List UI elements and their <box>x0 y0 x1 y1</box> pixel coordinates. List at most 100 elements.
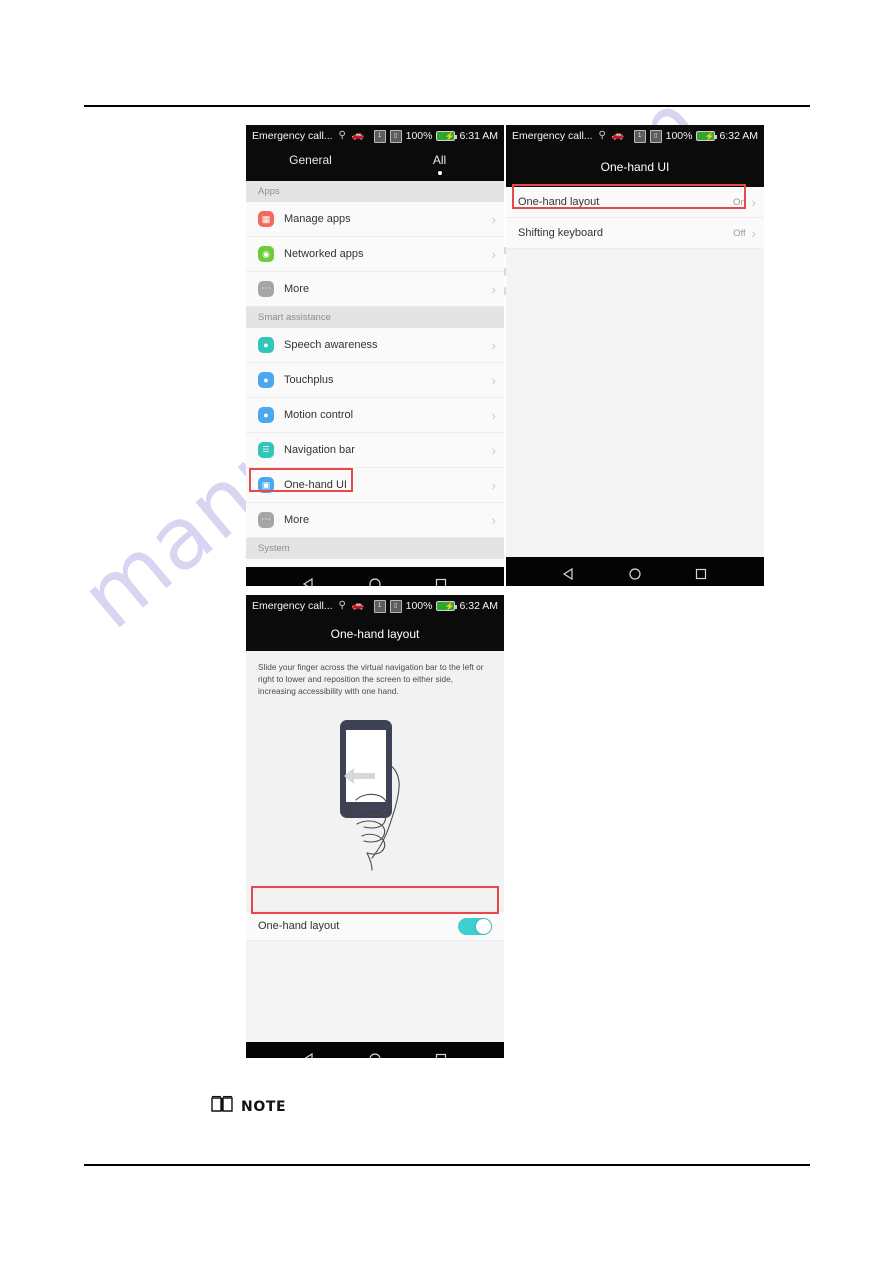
carrier-label: Emergency call... <box>252 130 333 142</box>
home-icon[interactable] <box>368 577 382 586</box>
carrier-label: Emergency call... <box>512 130 593 142</box>
document-icon: ▯ <box>649 129 662 143</box>
clock-label: 6:32 AM <box>719 130 758 142</box>
toggle-label: One-hand layout <box>258 920 340 933</box>
list-item-value: Off <box>733 227 746 239</box>
carrier-label: Emergency call... <box>252 600 333 612</box>
list-item-networked-apps[interactable]: ◉ Networked apps › <box>246 237 504 272</box>
battery-charging-icon: ⚡ <box>436 131 458 141</box>
battery-percent-label: 100% <box>405 130 433 142</box>
more-icon: ⋯ <box>258 281 274 297</box>
clock-label: 6:31 AM <box>459 130 498 142</box>
touchplus-icon: ● <box>258 372 274 388</box>
chevron-right-icon: › <box>491 512 496 528</box>
chevron-right-icon: › <box>491 246 496 262</box>
location-icon: ⚲ <box>338 130 346 141</box>
tab-all[interactable]: All <box>375 147 504 181</box>
app-bar: One-hand layout <box>246 617 504 651</box>
battery-percent-label: 100% <box>405 600 433 612</box>
one-hand-layout-toggle-row[interactable]: One-hand layout <box>246 911 504 942</box>
list-item-navigation-bar[interactable]: ☰ Navigation bar › <box>246 433 504 468</box>
empty-content-area <box>246 941 504 1043</box>
page-rule-bottom <box>84 1164 810 1166</box>
document-icon: ▯ <box>389 599 402 613</box>
list-item-more-apps[interactable]: ⋯ More › <box>246 272 504 307</box>
recents-icon[interactable] <box>434 1052 448 1058</box>
more-icon: ⋯ <box>258 512 274 528</box>
list-item-label: One-hand UI <box>284 479 347 491</box>
recents-icon[interactable] <box>694 567 708 581</box>
list-item-label: Navigation bar <box>284 444 355 456</box>
sim-card-icon: 1 <box>373 599 386 613</box>
tab-all-label: All <box>432 153 447 167</box>
clock-label: 6:32 AM <box>459 600 498 612</box>
back-icon[interactable] <box>562 567 576 581</box>
list-item-manage-apps[interactable]: ▦ Manage apps › <box>246 202 504 237</box>
car-icon: 🚗 <box>351 130 365 141</box>
navigation-bar-icon: ☰ <box>258 442 274 458</box>
manage-apps-icon: ▦ <box>258 211 274 227</box>
chevron-right-icon: › <box>491 281 496 297</box>
location-icon: ⚲ <box>338 600 346 611</box>
page-title: One-hand layout <box>330 627 420 641</box>
tab-general-label: General <box>289 153 332 167</box>
home-icon[interactable] <box>628 567 642 581</box>
speech-awareness-icon: ● <box>258 337 274 353</box>
note-label: NOTE <box>241 1098 287 1115</box>
book-icon <box>211 1095 233 1118</box>
chevron-right-icon: › <box>751 194 756 210</box>
status-bar: Emergency call... ⚲ 🚗 1 ▯ 100% ⚡ 6:32 AM <box>246 595 504 617</box>
hand-holding-phone-swipe-illustration <box>340 720 400 871</box>
list-item-more-smart[interactable]: ⋯ More › <box>246 503 504 538</box>
navigation-bar <box>246 567 504 586</box>
description-text: Slide your finger across the virtual nav… <box>246 651 504 706</box>
page-title: One-hand UI <box>600 160 670 174</box>
list-item-label: Speech awareness <box>284 339 378 351</box>
car-icon: 🚗 <box>611 130 625 141</box>
list-item-speech-awareness[interactable]: ● Speech awareness › <box>246 328 504 363</box>
list-item-one-hand-ui[interactable]: ▣ One-hand UI › <box>246 468 504 503</box>
chevron-right-icon: › <box>491 372 496 388</box>
list-item-label: One-hand layout <box>518 196 600 208</box>
sim-card-icon: 1 <box>633 129 646 143</box>
list-item-touchplus[interactable]: ● Touchplus › <box>246 363 504 398</box>
tab-all-indicator <box>437 171 442 175</box>
empty-content-area <box>506 249 764 557</box>
section-header-apps: Apps <box>246 181 504 202</box>
list-item-label: Networked apps <box>284 248 364 260</box>
networked-apps-icon: ◉ <box>258 246 274 262</box>
battery-charging-icon: ⚡ <box>696 131 718 141</box>
list-item-label: Motion control <box>284 409 354 421</box>
list-item-label: Manage apps <box>284 213 351 225</box>
back-icon[interactable] <box>302 577 316 586</box>
list-item-label: More <box>284 283 310 295</box>
back-icon[interactable] <box>302 1052 316 1058</box>
chevron-right-icon: › <box>491 337 496 353</box>
page-rule-top <box>84 105 810 107</box>
status-bar-right: 1 ▯ 100% ⚡ 6:32 AM <box>373 599 498 613</box>
phone-screenshot-settings-all: Emergency call... ⚲ 🚗 1 ▯ 100% ⚡ 6:31 AM… <box>246 125 504 586</box>
status-bar: Emergency call... ⚲ 🚗 1 ▯ 100% ⚡ 6:31 AM <box>246 125 504 147</box>
car-icon: 🚗 <box>351 600 365 611</box>
status-bar: Emergency call... ⚲ 🚗 1 ▯ 100% ⚡ 6:32 AM <box>506 125 764 147</box>
list-item-motion-control[interactable]: ● Motion control › <box>246 398 504 433</box>
app-bar: One-hand UI <box>506 147 764 187</box>
recents-icon[interactable] <box>434 577 448 586</box>
chevron-right-icon: › <box>491 442 496 458</box>
one-hand-layout-switch[interactable] <box>458 917 492 935</box>
chevron-right-icon: › <box>491 477 496 493</box>
list-item-one-hand-layout[interactable]: One-hand layout On › <box>506 187 764 218</box>
tab-general[interactable]: General <box>246 147 375 181</box>
navigation-bar <box>246 1042 504 1058</box>
switch-knob <box>476 918 491 934</box>
motion-control-icon: ● <box>258 407 274 423</box>
status-bar-right: 1 ▯ 100% ⚡ 6:31 AM <box>373 129 498 143</box>
one-hand-ui-icon: ▣ <box>258 477 274 493</box>
battery-charging-icon: ⚡ <box>436 601 458 611</box>
chevron-right-icon: › <box>751 225 756 241</box>
home-icon[interactable] <box>368 1052 382 1058</box>
list-item-shifting-keyboard[interactable]: Shifting keyboard Off › <box>506 218 764 249</box>
status-bar-right: 1 ▯ 100% ⚡ 6:32 AM <box>633 129 758 143</box>
sim-card-icon: 1 <box>373 129 386 143</box>
list-item-value: On <box>732 196 746 208</box>
